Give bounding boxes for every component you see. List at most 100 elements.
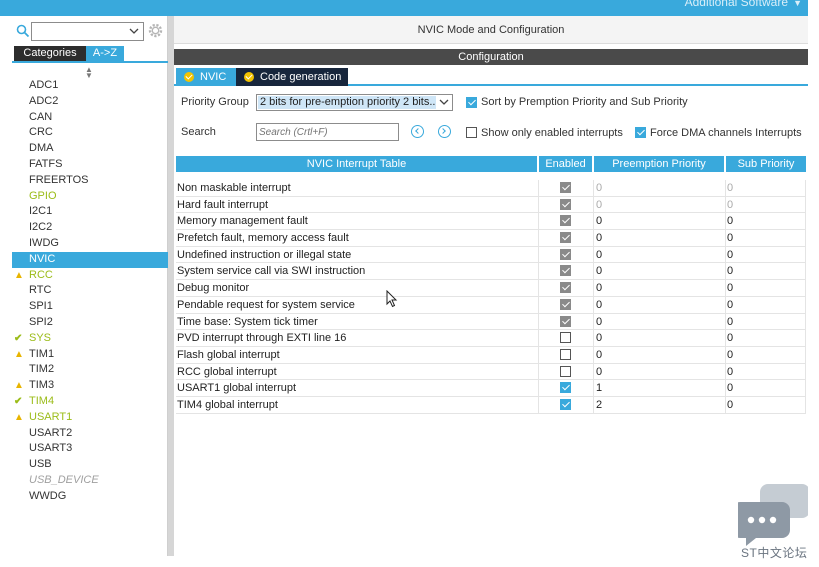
peripheral-item-i2c1[interactable]: I2C1 — [12, 204, 168, 220]
table-row[interactable]: Prefetch fault, memory access fault 0 0 — [176, 230, 806, 247]
sub-priority-cell[interactable]: 0 — [725, 246, 806, 264]
priority-group-select[interactable]: 2 bits for pre-emption priority 2 bits..… — [256, 94, 453, 111]
chevron-down-icon[interactable]: ▼ — [793, 0, 802, 8]
table-row[interactable]: Debug monitor 0 0 — [176, 280, 806, 297]
preemption-priority-cell[interactable]: 0 — [593, 346, 725, 364]
peripheral-item-iwdg[interactable]: IWDG — [12, 236, 168, 252]
table-row[interactable]: Pendable request for system service 0 0 — [176, 296, 806, 314]
sub-priority-cell[interactable]: 0 — [725, 280, 806, 297]
configuration-tabs: NVIC Code generation — [174, 66, 808, 86]
peripheral-item-tim3[interactable]: ▲ TIM3 — [12, 378, 168, 394]
column-header-enabled[interactable]: Enabled — [539, 156, 592, 172]
peripheral-item-rtc[interactable]: RTC — [12, 283, 168, 299]
peripheral-item-sys[interactable]: ✔ SYS — [12, 331, 168, 347]
enabled-cell — [538, 196, 593, 214]
column-header-preemption[interactable]: Preemption Priority — [594, 156, 724, 172]
table-row[interactable]: Memory management fault 0 0 — [176, 213, 806, 231]
column-header-interrupt[interactable]: NVIC Interrupt Table — [176, 156, 537, 172]
preemption-priority-cell[interactable]: 2 — [593, 396, 725, 414]
search-previous-icon[interactable] — [411, 125, 424, 138]
preemption-priority-cell[interactable]: 0 — [593, 363, 725, 381]
enabled-checkbox[interactable] — [560, 332, 571, 344]
sub-priority-cell[interactable]: 0 — [725, 230, 806, 247]
peripheral-item-fatfs[interactable]: FATFS — [12, 157, 168, 173]
peripheral-item-i2c2[interactable]: I2C2 — [12, 220, 168, 236]
peripheral-label: ADC2 — [29, 94, 59, 107]
search-label: Search — [181, 126, 216, 138]
tab-a-to-z[interactable]: A->Z — [86, 46, 124, 61]
peripheral-item-spi1[interactable]: SPI1 — [12, 299, 168, 315]
peripheral-item-crc[interactable]: CRC — [12, 125, 168, 141]
peripheral-item-usart2[interactable]: USART2 — [12, 426, 168, 442]
show-enabled-checkbox[interactable] — [466, 127, 477, 138]
peripheral-search-combo[interactable] — [31, 22, 144, 41]
interrupt-search-field[interactable] — [256, 123, 399, 141]
sub-priority-cell[interactable]: 0 — [725, 296, 806, 314]
table-row[interactable]: Hard fault interrupt 0 0 — [176, 196, 806, 214]
peripheral-item-freertos[interactable]: FREERTOS — [12, 173, 168, 189]
table-row[interactable]: RCC global interrupt 0 0 — [176, 363, 806, 381]
sub-priority-cell[interactable]: 0 — [725, 380, 806, 397]
preemption-priority-cell[interactable]: 0 — [593, 330, 725, 347]
peripheral-label: USB — [29, 458, 52, 471]
table-row[interactable]: TIM4 global interrupt 2 0 — [176, 396, 806, 414]
sub-priority-cell[interactable]: 0 — [725, 346, 806, 364]
peripheral-item-tim2[interactable]: TIM2 — [12, 362, 168, 378]
enabled-checkbox[interactable] — [560, 398, 571, 410]
enabled-checkbox[interactable] — [560, 382, 571, 394]
table-row[interactable]: Non maskable interrupt 0 0 — [176, 180, 806, 197]
gear-icon[interactable] — [147, 22, 164, 39]
sub-priority-cell[interactable]: 0 — [725, 330, 806, 347]
column-header-sub-priority[interactable]: Sub Priority — [726, 156, 806, 172]
preemption-priority-cell[interactable]: 0 — [593, 313, 725, 331]
peripheral-item-can[interactable]: CAN — [12, 110, 168, 126]
peripheral-item-wwdg[interactable]: WWDG — [12, 489, 168, 505]
preemption-priority-cell[interactable]: 0 — [593, 246, 725, 264]
table-row[interactable]: PVD interrupt through EXTI line 16 0 0 — [176, 330, 806, 347]
peripheral-label: SPI1 — [29, 300, 53, 313]
tab-categories[interactable]: Categories — [14, 46, 86, 61]
peripheral-item-spi2[interactable]: SPI2 — [12, 315, 168, 331]
preemption-priority-cell[interactable]: 0 — [593, 230, 725, 247]
sort-priority-checkbox[interactable] — [466, 97, 477, 108]
preemption-priority-cell[interactable]: 1 — [593, 380, 725, 397]
table-row[interactable]: System service call via SWI instruction 0… — [176, 263, 806, 281]
sub-priority-cell[interactable]: 0 — [725, 213, 806, 231]
peripheral-item-nvic[interactable]: NVIC — [12, 251, 168, 268]
peripheral-item-tim4[interactable]: ✔ TIM4 — [12, 394, 168, 410]
enabled-checkbox[interactable] — [560, 365, 571, 377]
preemption-priority-cell[interactable]: 0 — [593, 296, 725, 314]
peripheral-item-usart1[interactable]: ▲ USART1 — [12, 410, 168, 426]
preemption-priority-cell[interactable]: 0 — [593, 213, 725, 231]
peripheral-item-rcc[interactable]: ▲ RCC — [12, 268, 168, 284]
peripheral-item-usart3[interactable]: USART3 — [12, 441, 168, 457]
sub-priority-cell[interactable]: 0 — [725, 313, 806, 331]
force-dma-checkbox[interactable] — [635, 127, 646, 138]
tab-nvic[interactable]: NVIC — [176, 68, 236, 86]
panel-splitter[interactable] — [168, 16, 174, 556]
table-row[interactable]: USART1 global interrupt 1 0 — [176, 380, 806, 397]
search-next-icon[interactable] — [438, 125, 451, 138]
peripheral-item-tim1[interactable]: ▲ TIM1 — [12, 347, 168, 363]
sub-priority-cell[interactable]: 0 — [725, 263, 806, 281]
preemption-priority-cell[interactable]: 0 — [593, 280, 725, 297]
chevron-down-icon[interactable] — [437, 95, 451, 110]
table-row[interactable]: Undefined instruction or illegal state 0 0 — [176, 246, 806, 264]
peripheral-item-gpio[interactable]: GPIO — [12, 189, 168, 205]
enabled-checkbox[interactable] — [560, 348, 571, 360]
peripheral-item-dma[interactable]: DMA — [12, 141, 168, 157]
interrupt-search-input[interactable] — [259, 125, 397, 139]
peripheral-item-adc1[interactable]: ADC1 — [12, 78, 168, 94]
preemption-priority-cell[interactable]: 0 — [593, 263, 725, 281]
additional-software-label[interactable]: Additional Software — [685, 0, 788, 9]
chevron-down-icon[interactable] — [127, 24, 141, 39]
sub-priority-cell: 0 — [725, 196, 806, 214]
peripheral-item-usb[interactable]: USB — [12, 457, 168, 473]
tab-code-generation[interactable]: Code generation — [236, 68, 348, 86]
sub-priority-cell[interactable]: 0 — [725, 396, 806, 414]
sub-priority-cell[interactable]: 0 — [725, 363, 806, 381]
table-row[interactable]: Time base: System tick timer 0 0 — [176, 313, 806, 331]
peripheral-item-usb-device[interactable]: USB_DEVICE — [12, 473, 168, 489]
table-row[interactable]: Flash global interrupt 0 0 — [176, 346, 806, 364]
peripheral-item-adc2[interactable]: ADC2 — [12, 94, 168, 110]
